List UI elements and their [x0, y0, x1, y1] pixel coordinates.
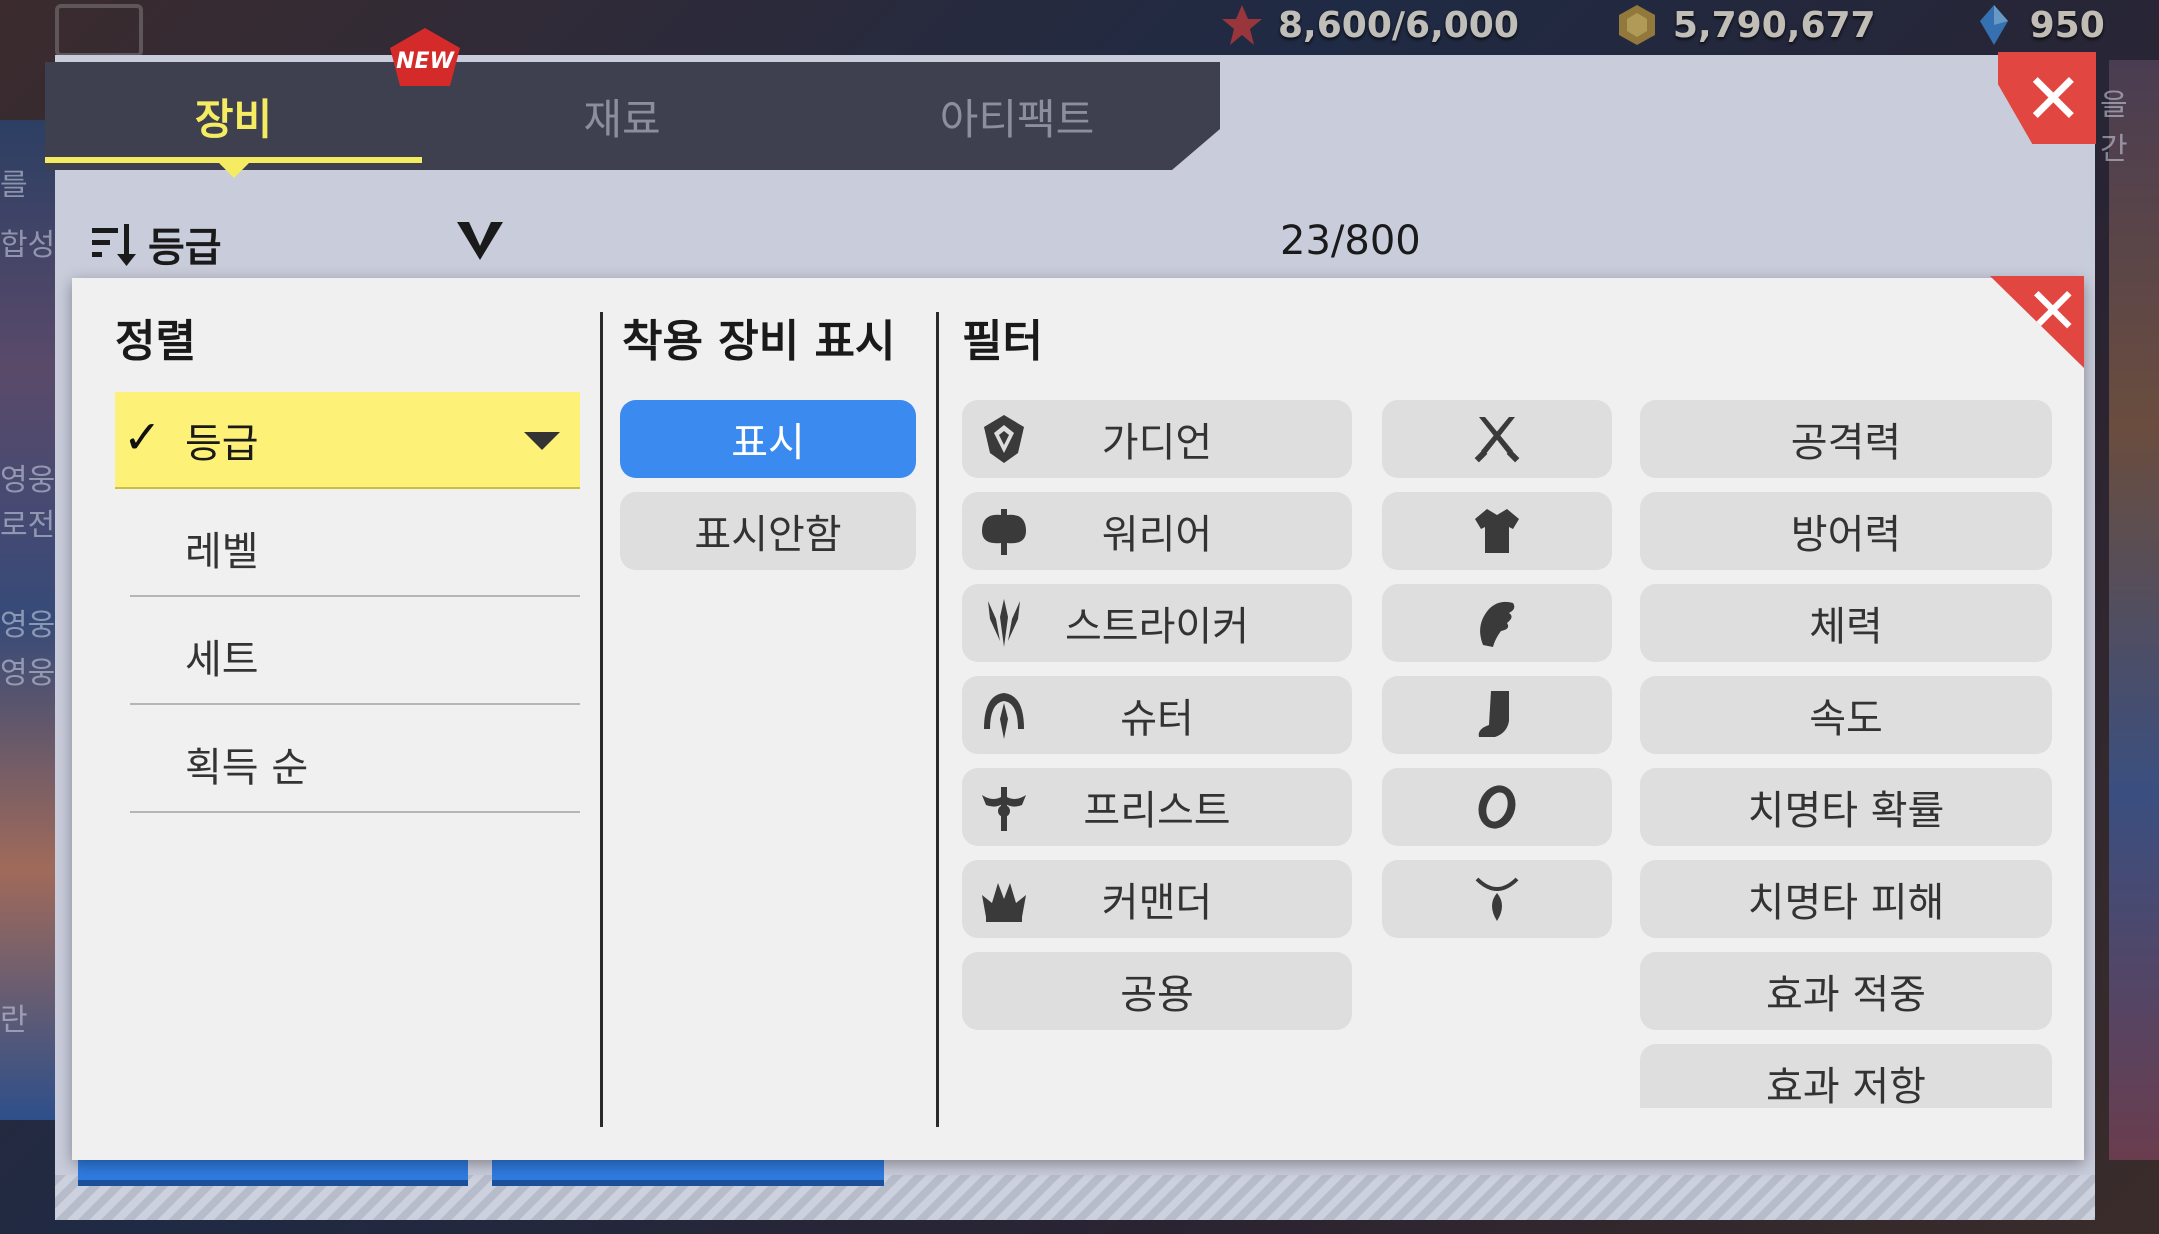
gold-icon: [1618, 5, 1655, 45]
guardian-icon: [984, 415, 1024, 463]
filter-label: 스트라이커: [1065, 604, 1249, 650]
active-tab-pointer: [218, 162, 250, 178]
stamina-value: 8,600/6,000: [1278, 4, 1519, 46]
equipped-section-title: 착용 장비 표시: [622, 316, 896, 367]
crystal-value: 950: [2029, 4, 2105, 46]
background-text: 합성: [0, 228, 56, 263]
commander-icon: [982, 883, 1026, 922]
armor-icon: [1475, 509, 1519, 553]
sort-option-label: 등급: [185, 420, 259, 467]
gold-value: 5,790,677: [1672, 4, 1876, 46]
striker-icon: [988, 599, 1020, 647]
filter-label: 가디언: [1101, 420, 1213, 466]
filter-slot-armor[interactable]: [1382, 492, 1612, 570]
divider: [600, 312, 603, 1127]
sort-option-label: 세트: [185, 636, 259, 683]
ring-icon: [1478, 785, 1516, 829]
filter-label: 프리스트: [1083, 788, 1231, 834]
sort-option-label: 획득 순: [185, 744, 309, 791]
filter-stat-attack[interactable]: 공격력: [1640, 400, 2052, 478]
filter-stat-effectiveness[interactable]: 효과 적중: [1640, 952, 2052, 1030]
gloves-icon: [1480, 601, 1515, 647]
filter-stat-health[interactable]: 체력: [1640, 584, 2052, 662]
filter-label: 워리어: [1101, 512, 1213, 558]
check-icon: ✓: [123, 410, 162, 464]
filter-stat-defense[interactable]: 방어력: [1640, 492, 2052, 570]
filter-warrior[interactable]: 워리어: [962, 492, 1352, 570]
filter-slot-necklace[interactable]: [1382, 860, 1612, 938]
filter-stat-crit-chance[interactable]: 치명타 확률: [1640, 768, 2052, 846]
filter-label: 커맨더: [1101, 880, 1213, 926]
background-text: 영웅: [0, 656, 56, 691]
filter-slot-gloves[interactable]: [1382, 584, 1612, 662]
quest-icon[interactable]: [55, 4, 143, 57]
background-text: 을 간: [2100, 88, 2128, 167]
tab-equipment[interactable]: 장비: [45, 62, 422, 170]
triangle-down-icon: [524, 432, 560, 450]
close-icon: ✕: [2024, 58, 2083, 140]
new-badge: NEW: [390, 28, 460, 86]
priest-icon: [982, 787, 1026, 831]
sort-dropdown[interactable]: 등급: [90, 215, 222, 273]
inventory-count: 23/800: [1280, 218, 1421, 264]
chevron-down-icon[interactable]: [455, 218, 505, 262]
warrior-icon: [982, 509, 1026, 555]
stamina-icon: [1222, 5, 1262, 45]
crystal-icon: [1979, 5, 2008, 45]
filter-commander[interactable]: 커맨더: [962, 860, 1352, 938]
necklace-icon: [1475, 877, 1519, 921]
crystal-resource[interactable]: 950: [1972, 3, 2105, 47]
sort-option-label: 레벨: [185, 528, 259, 575]
background-text: 영웅: [0, 463, 56, 498]
sort-option-set[interactable]: 세트: [130, 608, 580, 705]
filter-stat-speed[interactable]: 속도: [1640, 676, 2052, 754]
filter-common[interactable]: 공용: [962, 952, 1352, 1030]
resource-bar: 8,600/6,000 5,790,677 950: [1220, 0, 2105, 50]
shooter-icon: [984, 693, 1024, 739]
scroll-clip-mask: [1640, 1108, 2052, 1160]
filter-shooter[interactable]: 슈터: [962, 676, 1352, 754]
filter-priest[interactable]: 프리스트: [962, 768, 1352, 846]
tab-artifacts[interactable]: 아티팩트: [822, 62, 1212, 170]
stamina-resource[interactable]: 8,600/6,000: [1220, 3, 1519, 47]
background-text: 영웅: [0, 608, 56, 643]
gold-resource[interactable]: 5,790,677: [1615, 3, 1876, 47]
sort-label: 등급: [148, 225, 222, 271]
hide-equipped-button[interactable]: 표시안함: [620, 492, 916, 570]
filter-guardian[interactable]: 가디언: [962, 400, 1352, 478]
filter-slot-weapon[interactable]: [1382, 400, 1612, 478]
sort-option-level[interactable]: 레벨: [130, 500, 580, 597]
filter-slot-ring[interactable]: [1382, 768, 1612, 846]
sort-icon: [92, 224, 136, 266]
tab-materials[interactable]: 재료: [422, 62, 822, 170]
boots-icon: [1478, 691, 1509, 737]
sort-option-acquired[interactable]: 획득 순: [130, 716, 580, 813]
sort-option-grade[interactable]: ✓ 등급: [115, 392, 580, 489]
background-right-strip: [2109, 60, 2159, 1160]
filter-striker[interactable]: 스트라이커: [962, 584, 1352, 662]
new-badge-text: NEW: [396, 49, 455, 74]
filter-section-title: 필터: [962, 316, 1043, 367]
background-text: 란: [0, 1003, 28, 1038]
filter-label: 슈터: [1120, 696, 1194, 742]
filter-stat-crit-damage[interactable]: 치명타 피해: [1640, 860, 2052, 938]
weapon-icon: [1474, 417, 1520, 463]
background-text: 를: [0, 168, 28, 203]
background-text: 로전: [0, 508, 56, 543]
divider: [936, 312, 939, 1127]
sort-section-title: 정렬: [115, 316, 196, 367]
filter-slot-boots[interactable]: [1382, 676, 1612, 754]
show-equipped-button[interactable]: 표시: [620, 400, 916, 478]
